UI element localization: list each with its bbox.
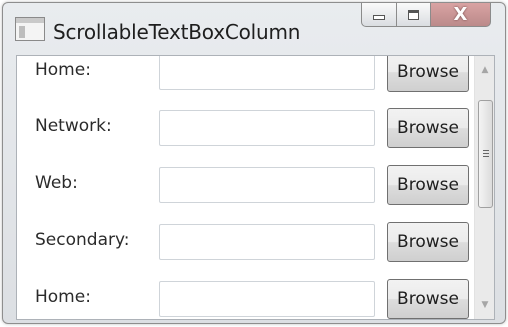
maximize-icon	[408, 9, 419, 20]
scroll-down-arrow-icon[interactable]: ▼	[475, 295, 494, 315]
scroll-thumb[interactable]	[478, 100, 493, 208]
form-row: Web: Browse	[17, 163, 475, 207]
close-button[interactable]: X	[431, 3, 491, 27]
path-textbox[interactable]	[159, 224, 375, 260]
browse-button[interactable]: Browse	[387, 279, 469, 319]
grip-line	[483, 156, 489, 157]
scroll-up-arrow-icon[interactable]: ▲	[475, 60, 494, 80]
app-icon-panel	[19, 26, 25, 38]
browse-button[interactable]: Browse	[387, 165, 469, 205]
browse-button[interactable]: Browse	[387, 222, 469, 262]
path-textbox[interactable]	[159, 56, 375, 90]
form-row: Home: Browse	[17, 277, 475, 319]
path-textbox[interactable]	[159, 110, 375, 146]
form-row: Secondary: Browse	[17, 220, 475, 264]
path-textbox[interactable]	[159, 281, 375, 317]
browse-button[interactable]: Browse	[387, 56, 469, 92]
row-label: Secondary:	[35, 230, 130, 250]
grip-line	[483, 153, 489, 154]
close-icon: X	[453, 3, 468, 25]
app-window: ScrollableTextBoxColumn X Home: Browse N…	[2, 2, 506, 324]
row-label: Network:	[35, 116, 112, 136]
vertical-scrollbar[interactable]: ▲ ▼	[474, 56, 494, 319]
path-textbox[interactable]	[159, 167, 375, 203]
form-row: Home: Browse	[17, 56, 475, 94]
browse-button[interactable]: Browse	[387, 108, 469, 148]
title-bar[interactable]: ScrollableTextBoxColumn X	[3, 3, 505, 47]
maximize-button[interactable]	[397, 3, 431, 27]
row-label: Web:	[35, 173, 78, 193]
minimize-button[interactable]	[361, 3, 397, 27]
row-label: Home:	[35, 287, 91, 307]
window-title: ScrollableTextBoxColumn	[53, 20, 301, 44]
caption-buttons: X	[361, 3, 491, 29]
window-app-icon[interactable]	[15, 17, 45, 41]
grip-line	[483, 150, 489, 151]
scroll-viewer[interactable]: Home: Browse Network: Browse Web: Browse…	[16, 55, 495, 320]
minimize-icon	[373, 15, 385, 20]
row-label: Home:	[35, 60, 91, 80]
app-icon-bar	[16, 18, 44, 23]
form-row: Network: Browse	[17, 106, 475, 150]
